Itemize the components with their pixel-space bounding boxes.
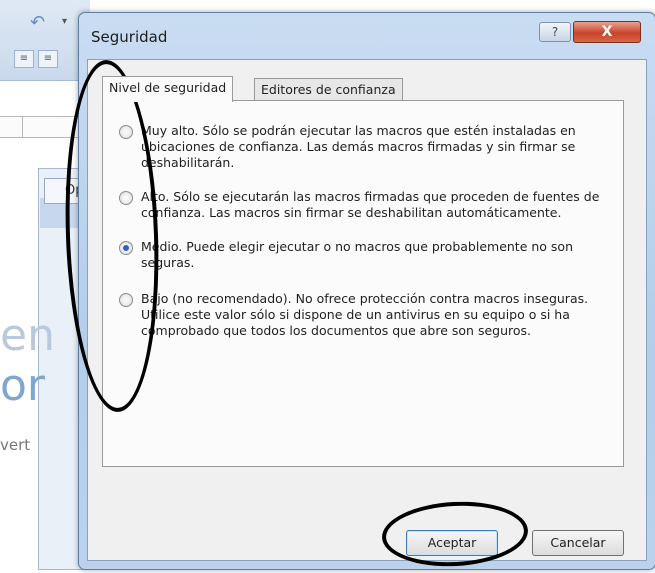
accept-button[interactable]: Aceptar (406, 530, 498, 556)
undo-icon[interactable]: ↶ (30, 12, 45, 33)
background-large-text-1: en (0, 310, 55, 361)
option-medium-text: Medio. Puede elegir ejecutar o no macros… (141, 239, 573, 270)
radio-medium[interactable] (119, 241, 133, 255)
option-very-high[interactable]: Muy alto. Sólo se podrán ejecutar las ma… (119, 123, 619, 175)
option-very-high-text: Muy alto. Sólo se podrán ejecutar las ma… (141, 123, 576, 170)
background-large-text-2: or (0, 360, 46, 411)
option-medium[interactable]: Medio. Puede elegir ejecutar o no macros… (119, 239, 619, 275)
option-low[interactable]: Bajo (no recomendado). No ofrece protecc… (119, 291, 619, 343)
security-dialog: Seguridad ? X Nivel de seguridad Editore… (78, 12, 655, 570)
background-small-text: vert (0, 436, 31, 454)
radio-low[interactable] (119, 293, 133, 307)
help-button[interactable]: ? (539, 22, 571, 42)
background-ruler (0, 116, 90, 138)
option-low-text: Bajo (no recomendado). No ofrece protecc… (141, 291, 589, 338)
quick-access-dropdown-icon[interactable]: ▾ (62, 16, 67, 27)
radio-very-high[interactable] (119, 125, 133, 139)
security-level-panel: Muy alto. Sólo se podrán ejecutar las ma… (102, 100, 624, 467)
tab-trusted-publishers[interactable]: Editores de confianza (254, 78, 403, 101)
background-toolbar: ↶ ▾ ≡ ≡ (0, 0, 90, 81)
dialog-title: Seguridad (91, 28, 168, 46)
radio-high[interactable] (119, 191, 133, 205)
dialog-client-area: Nivel de seguridad Editores de confianza… (87, 59, 647, 561)
option-high[interactable]: Alto. Sólo se ejecutarán las macros firm… (119, 189, 619, 225)
tab-security-level[interactable]: Nivel de seguridad (102, 76, 234, 102)
close-button[interactable]: X (573, 21, 641, 43)
align-right-icon[interactable]: ≡ (38, 50, 58, 68)
align-left-icon[interactable]: ≡ (14, 50, 34, 68)
option-high-text: Alto. Sólo se ejecutarán las macros firm… (141, 189, 600, 220)
cancel-button[interactable]: Cancelar (532, 530, 624, 556)
ruler-tick (22, 117, 23, 137)
